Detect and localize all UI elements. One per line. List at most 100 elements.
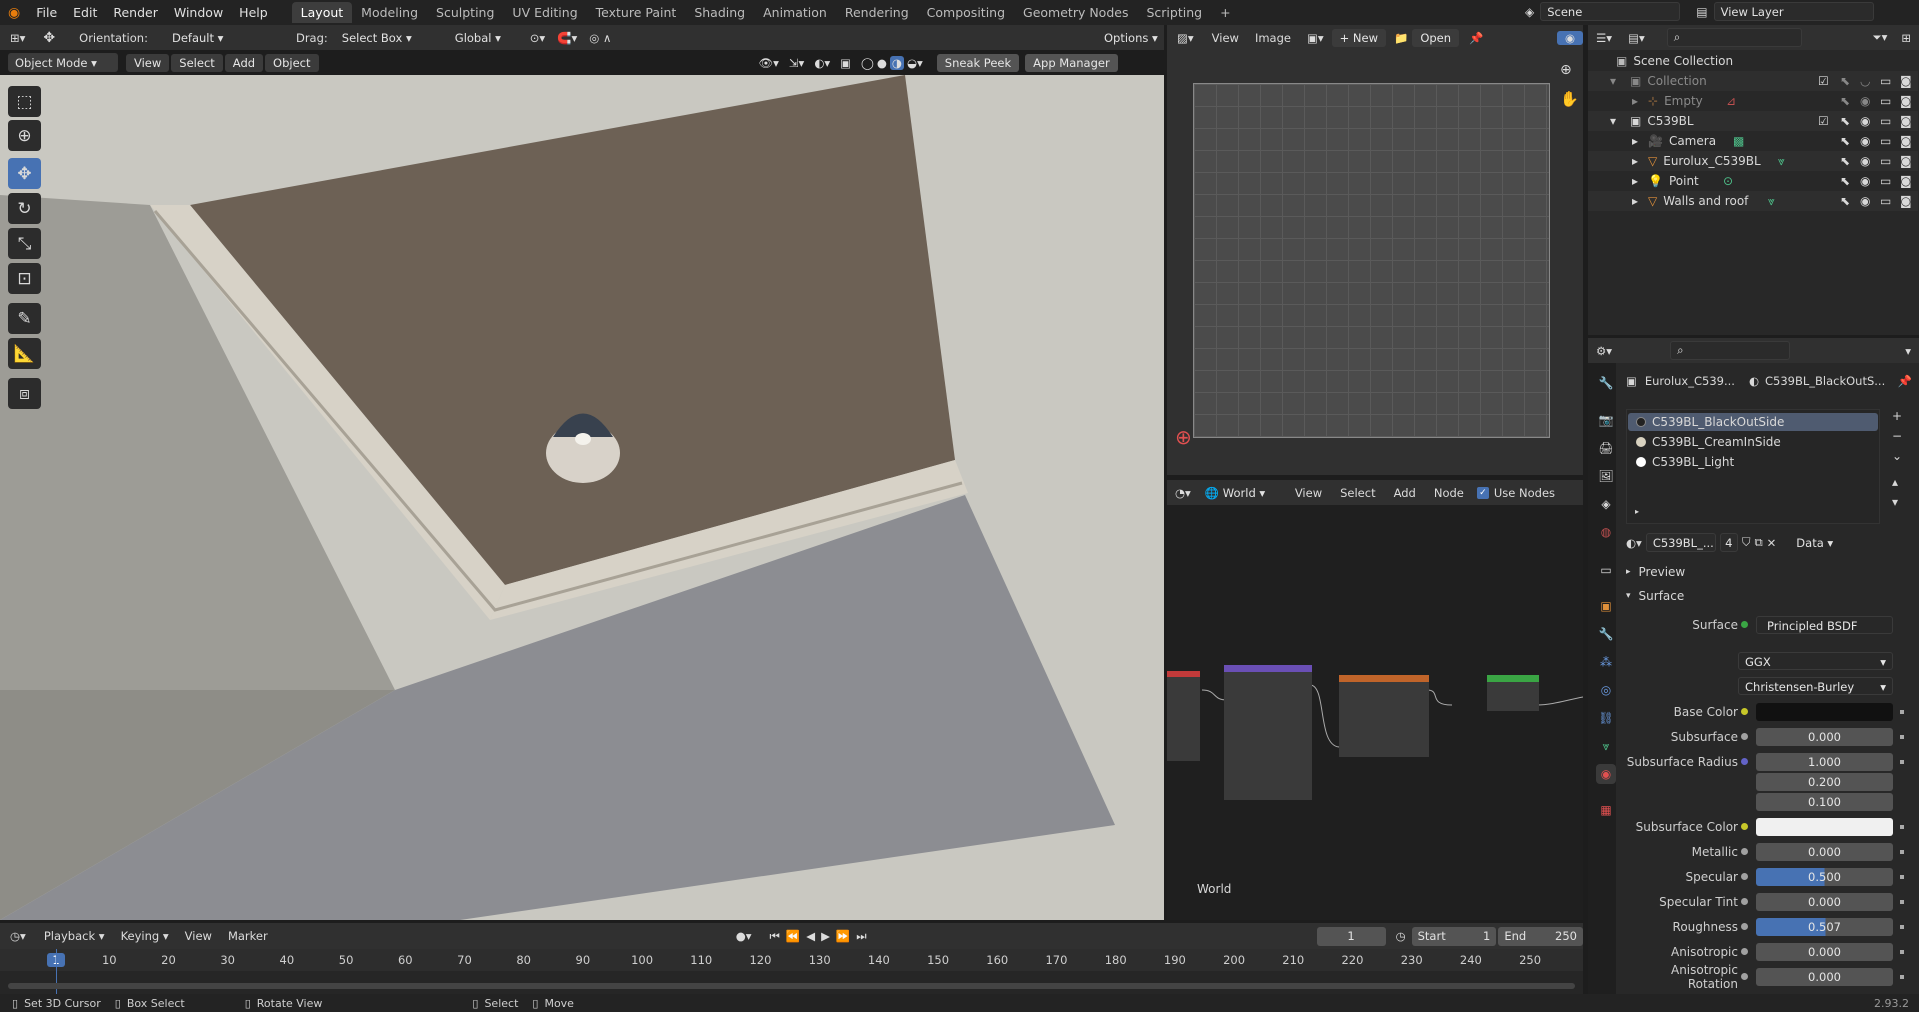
editor-type-icon[interactable]: ⊞▾ [0,31,35,45]
roughness-slider[interactable]: 0.507 [1756,918,1893,936]
particles-tab-icon[interactable]: ⁂ [1596,652,1616,672]
pin-icon[interactable]: 📌 [1898,374,1916,388]
view-layer-field[interactable]: View Layer [1713,2,1874,21]
xray-icon[interactable]: ▣ [840,56,851,70]
select-menu[interactable]: Select [171,53,223,72]
node-select-menu[interactable]: Select [1331,486,1384,500]
overlay-icon[interactable]: ◐▾ [814,56,830,70]
keyframe-icon[interactable] [1900,710,1904,714]
outliner-row-collection[interactable]: ▾ ▣ Collection ☑ ⬉ ◡ ▭ ◙ [1588,71,1918,91]
gizmo-toggle-icon[interactable]: ◉ [1556,30,1583,45]
material-tab-icon[interactable]: ◉ [1596,764,1616,784]
viewport-toggle-icon[interactable]: ▭ [1880,194,1891,208]
jump-keyframe-forward-icon[interactable]: ⏩ [836,929,850,943]
link-dropdown[interactable]: Data ▾ [1790,533,1886,552]
play-icon[interactable]: ▶ [821,929,830,943]
outliner-search-input[interactable]: ⌕ [1666,28,1802,47]
menu-edit[interactable]: Edit [65,5,105,20]
texture-coordinate-node[interactable] [1167,671,1200,761]
properties-type-icon[interactable]: ⚙▾ [1588,344,1620,358]
shading-solid-icon[interactable]: ● [877,56,887,70]
gizmo-icon[interactable]: ⇲▾ [789,56,804,70]
new-collection-icon[interactable]: ⊞ [1893,31,1919,45]
tab-modeling[interactable]: Modeling [352,2,427,23]
fake-user-icon[interactable]: ⛉ [1742,535,1751,550]
add-cube-tool[interactable]: ⧈ [8,378,41,409]
physics-tab-icon[interactable]: ◎ [1596,680,1616,700]
tab-rendering[interactable]: Rendering [836,2,918,23]
clock-icon[interactable]: ◷ [1396,929,1406,943]
menu-render[interactable]: Render [105,5,166,20]
end-frame-field[interactable]: End 250 [1498,926,1583,946]
node-view-menu[interactable]: View [1281,486,1331,500]
hide-toggle-icon[interactable]: ◉ [1860,174,1870,188]
object-menu[interactable]: Object [265,53,319,72]
playback-menu[interactable]: Playback ▾ [36,929,113,943]
mapping-node[interactable] [1224,665,1312,800]
keyframe-icon[interactable] [1900,825,1904,829]
pan-icon[interactable]: ✋ [1560,90,1579,108]
subsurface-radius-y-field[interactable]: 0.200 [1756,773,1893,791]
visibility-icon[interactable]: 👁▾ [759,56,779,70]
annotate-tool[interactable]: ✎ [8,303,41,334]
node-add-menu[interactable]: Add [1385,486,1425,500]
menu-file[interactable]: File [28,5,65,20]
select-toggle-icon[interactable]: ⬉ [1840,94,1850,108]
checkbox-icon[interactable]: ☑ [1818,74,1829,88]
start-frame-field[interactable]: Start 1 [1411,926,1497,946]
image-image-menu[interactable]: Image [1247,31,1299,45]
pivot-icon[interactable]: ⊙▾ [524,31,551,45]
add-menu[interactable]: Add [224,53,264,72]
select-toggle-icon[interactable]: ⬉ [1840,154,1850,168]
outliner-row-empty[interactable]: ▸ ⊹ Empty ⊿ ⬉ ◉ ▭ ◙ [1588,91,1918,111]
filter-icon[interactable]: ⏷▾ [1866,30,1893,45]
tab-layout[interactable]: Layout [291,2,353,23]
keyframe-icon[interactable] [1900,900,1904,904]
hide-toggle-icon[interactable]: ◡ [1860,74,1870,88]
distribution-dropdown[interactable]: GGX ▾ [1738,652,1893,670]
scene-field[interactable]: Scene [1540,2,1681,21]
outliner-row-scene-collection[interactable]: ▣ Scene Collection [1588,51,1918,71]
tab-texture-paint[interactable]: Texture Paint [587,2,686,23]
record-icon[interactable]: ●▾ [736,929,752,943]
properties-options-icon[interactable]: ▾ [1897,344,1919,358]
environment-texture-node[interactable] [1339,675,1429,757]
subsurface-color-swatch[interactable] [1756,818,1893,836]
keyframe-icon[interactable] [1900,760,1904,764]
surface-shader-field[interactable]: Principled BSDF [1756,616,1893,634]
node-editor-type-icon[interactable]: ◔▾ [1167,486,1199,500]
render-toggle-icon[interactable]: ◙ [1900,114,1912,128]
orientation-dropdown[interactable]: Default ▾ [165,28,266,47]
expand-icon[interactable]: ▸ [1635,507,1639,516]
jump-end-icon[interactable]: ⏭ [856,929,866,944]
output-tab-icon[interactable]: 🖨 [1596,438,1616,458]
node-editor-canvas[interactable]: World [1167,505,1583,920]
tab-sculpting[interactable]: Sculpting [427,2,503,23]
image-editor-canvas[interactable]: ⊕ ⊕ ✋ [1167,50,1583,475]
image-view-menu[interactable]: View [1204,31,1247,45]
slot-specials-icon[interactable]: ⌄ [1892,449,1902,463]
render-toggle-icon[interactable]: ◙ [1900,154,1912,168]
app-manager-button[interactable]: App Manager [1025,53,1118,72]
preview-panel-header[interactable]: ▸ Preview [1622,563,1912,581]
tab-scripting[interactable]: Scripting [1137,2,1211,23]
timeline-scrollbar[interactable] [8,983,1575,989]
outliner-row-eurolux[interactable]: ▸ ▽ Eurolux_C539BL ⩔ ⬉ ◉ ▭ ◙ [1588,151,1918,171]
base-color-swatch[interactable] [1756,703,1893,721]
drag-dropdown[interactable]: Select Box ▾ [335,28,421,47]
remove-slot-icon[interactable]: − [1892,429,1902,443]
view-layer-tab-icon[interactable]: 🖼 [1596,466,1616,486]
viewport-toggle-icon[interactable]: ▭ [1880,174,1891,188]
viewport-toggle-icon[interactable]: ▭ [1880,114,1891,128]
constraints-tab-icon[interactable]: ⛓ [1596,708,1616,728]
add-slot-icon[interactable]: + [1892,409,1902,423]
node-node-menu[interactable]: Node [1425,486,1473,500]
material-slot[interactable]: C539BL_CreamInSide [1628,433,1878,451]
shading-material-icon[interactable]: ◑ [889,55,904,70]
hide-toggle-icon[interactable]: ◉ [1860,94,1870,108]
select-toggle-icon[interactable]: ⬉ [1840,114,1850,128]
sneak-peek-button[interactable]: Sneak Peek [936,53,1020,72]
shading-rendered-icon[interactable]: ◒▾ [907,56,923,70]
tool-tab-icon[interactable]: 🔧 [1596,373,1616,393]
viewport-toggle-icon[interactable]: ▭ [1880,154,1891,168]
